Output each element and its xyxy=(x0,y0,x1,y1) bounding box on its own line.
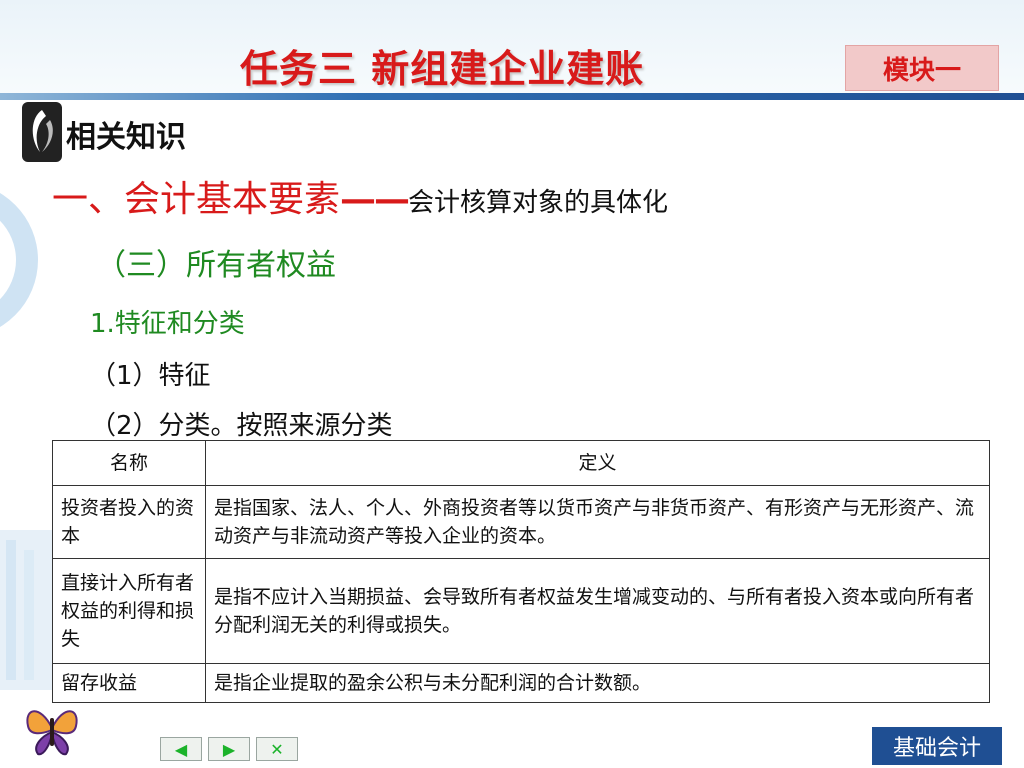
table-row: 留存收益 是指企业提取的盈余公积与未分配利润的合计数额。 xyxy=(52,663,990,703)
table-cell-name: 留存收益 xyxy=(52,663,206,703)
table-cell-name: 投资者投入的资本 xyxy=(52,485,206,559)
footer-badge: 基础会计 xyxy=(872,727,1002,765)
arrow-right-icon: ▶ xyxy=(222,739,236,759)
arrow-left-icon: ◀ xyxy=(174,739,188,759)
next-slide-button[interactable]: ▶ xyxy=(208,737,250,761)
subsection-heading: （三）所有者权益 xyxy=(96,248,336,283)
header-divider xyxy=(0,93,1024,100)
module-badge: 模块一 xyxy=(845,45,999,91)
section-heading-main: 一、会计基本要素 xyxy=(52,179,341,220)
table-cell-definition: 是指不应计入当期损益、会导致所有者权益发生增减变动的、与所有者投入资本或向所有者… xyxy=(205,558,990,664)
butterfly-icon xyxy=(26,710,78,756)
point-features-classification: 1.特征和分类 xyxy=(90,309,245,339)
point-classification: （2）分类。按照来源分类 xyxy=(90,411,393,441)
close-icon: ✕ xyxy=(270,739,284,759)
slide-title: 任务三 新组建企业建账 xyxy=(240,46,645,91)
table-header-row: 名称 定义 xyxy=(52,440,990,486)
owners-equity-table: 名称 定义 投资者投入的资本 是指国家、法人、个人、外商投资者等以货币资产与非货… xyxy=(52,440,990,703)
previous-slide-button[interactable]: ◀ xyxy=(160,737,202,761)
section-heading-dash: —— xyxy=(340,178,410,220)
table-cell-definition: 是指企业提取的盈余公积与未分配利润的合计数额。 xyxy=(205,663,990,703)
knowledge-logo-icon xyxy=(22,102,62,162)
table-row: 投资者投入的资本 是指国家、法人、个人、外商投资者等以货币资产与非货币资产、有形… xyxy=(52,485,990,559)
section-heading: 一、会计基本要素——会计核算对象的具体化 xyxy=(52,170,668,222)
table-header-definition: 定义 xyxy=(205,440,990,486)
slide-navigation: ◀ ▶ ✕ xyxy=(160,737,304,761)
knowledge-label: 相关知识 xyxy=(66,120,186,155)
table-row: 直接计入所有者权益的利得和损失 是指不应计入当期损益、会导致所有者权益发生增减变… xyxy=(52,558,990,664)
table-cell-definition: 是指国家、法人、个人、外商投资者等以货币资产与非货币资产、有形资产与无形资产、流… xyxy=(205,485,990,559)
close-slide-button[interactable]: ✕ xyxy=(256,737,298,761)
point-features: （1）特征 xyxy=(90,361,211,391)
table-header-name: 名称 xyxy=(52,440,206,486)
section-heading-sub: 会计核算对象的具体化 xyxy=(408,188,669,218)
table-cell-name: 直接计入所有者权益的利得和损失 xyxy=(52,558,206,664)
